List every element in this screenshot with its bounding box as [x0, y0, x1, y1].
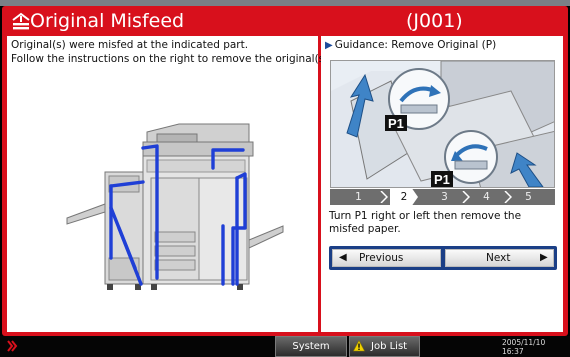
job-list-button[interactable]: Job List: [349, 336, 420, 357]
guidance-illustration-drawing: P1 P1: [331, 61, 554, 187]
misfeed-dialog: Original Misfeed (J001) Original(s) were…: [2, 6, 568, 336]
guidance-illustration: P1 P1: [330, 60, 555, 188]
message-line-2: Follow the instructions on the right to …: [11, 52, 332, 65]
step-1: 1: [355, 191, 362, 203]
system-status-button[interactable]: System Status: [275, 336, 347, 357]
message-panel: Original(s) were misfed at the indicated…: [7, 36, 332, 332]
instruction-text: Turn P1 right or left then remove the mi…: [329, 210, 522, 235]
play-arrow-icon: ▶: [325, 40, 333, 51]
triangle-left-icon: ◀: [339, 252, 347, 263]
date-time: 2005/11/10 16:37: [502, 338, 545, 356]
date-text: 2005/11/10: [502, 338, 546, 347]
step-4: 4: [483, 191, 490, 203]
step-navigation: ◀ Previous Next ▶: [329, 246, 557, 270]
dialog-title: Original Misfeed: [30, 10, 185, 32]
triangle-right-icon: ▶: [540, 252, 548, 263]
time-text: 16:37: [502, 347, 524, 356]
p1-label-top: P1: [388, 116, 404, 131]
guidance-heading: ▶ Guidance: Remove Original (P): [325, 39, 496, 52]
next-label: Next: [486, 252, 511, 264]
step-3: 3: [441, 191, 448, 203]
machine-diagram: [66, 123, 284, 290]
warning-icon: [353, 340, 365, 352]
job-list-label: Job List: [371, 341, 408, 352]
step-5: 5: [525, 191, 532, 203]
step-2: 2: [390, 189, 418, 205]
error-code: (J001): [406, 10, 463, 32]
guidance-label: Guidance: Remove Original (P): [334, 39, 497, 51]
chevron-right-icon: [380, 191, 388, 203]
message-text: Original(s) were misfed at the indicated…: [11, 39, 332, 66]
step-indicator: 1 2 3 4 5: [330, 189, 555, 205]
chevron-right-icon: [462, 191, 470, 203]
chevron-right-icon: [504, 191, 512, 203]
misfeed-icon: [12, 12, 30, 30]
guidance-panel: ▶ Guidance: Remove Original (P) P1 P1 1 …: [321, 36, 563, 332]
alert-indicator-icon: [7, 340, 18, 352]
previous-button[interactable]: ◀ Previous: [332, 249, 441, 267]
title-bar: Original Misfeed (J001): [2, 6, 568, 36]
p1-label-bottom: P1: [434, 172, 450, 187]
previous-label: Previous: [359, 252, 404, 264]
next-button[interactable]: Next ▶: [445, 249, 554, 267]
message-line-1: Original(s) were misfed at the indicated…: [11, 39, 249, 51]
bottom-bar: System Status Job List 2005/11/10 16:37: [0, 336, 570, 357]
